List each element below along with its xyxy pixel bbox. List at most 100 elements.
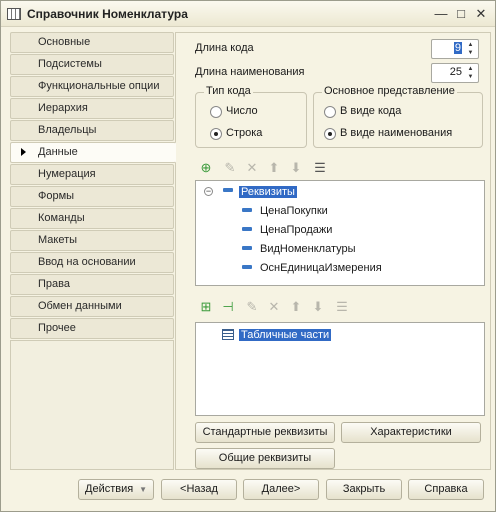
sidebar-empty-area [10, 340, 174, 470]
sidebar-item-label: Обмен данными [38, 300, 122, 312]
radio-dot[interactable] [210, 128, 222, 140]
attribute-icon [242, 246, 252, 250]
sidebar-item-data[interactable]: Данные [10, 142, 176, 163]
attribute-icon [242, 208, 252, 212]
delete-icon[interactable]: ✕ [266, 299, 282, 315]
tree-root-tabular-parts[interactable]: Табличные части [239, 327, 332, 343]
data-tab-panel: Длина кода 9 ▲ ▼ Длина наименования 25 ▲ ▼… [175, 32, 491, 470]
next-button[interactable]: Далее> [243, 479, 319, 500]
spin-up-icon[interactable]: ▲ [465, 65, 476, 73]
radio-label: В виде кода [340, 105, 402, 117]
edit-icon[interactable]: ✎ [244, 299, 260, 315]
back-button[interactable]: <Назад [161, 479, 237, 500]
sidebar-item-numbering[interactable]: Нумерация [10, 164, 174, 185]
sidebar-item-label: Формы [38, 190, 75, 202]
tree-item[interactable]: ОснЕдиницаИзмерения [260, 260, 382, 276]
tabular-parts-toolbar: ⊞ ⊣ ✎ ✕ ⬆ ⬇ ☰ [198, 299, 398, 317]
sidebar-item-label: Команды [38, 212, 85, 224]
sidebar-item-main[interactable]: Основные [10, 32, 174, 53]
radio-label: В виде наименования [340, 127, 453, 139]
attributes-group-icon [223, 188, 233, 192]
standard-attributes-button[interactable]: Стандартные реквизиты [195, 422, 335, 443]
sidebar-item-subsystems[interactable]: Подсистемы [10, 54, 174, 75]
characteristics-button[interactable]: Характеристики [341, 422, 481, 443]
minimize-button[interactable]: — [433, 6, 449, 22]
attribute-icon [242, 265, 252, 269]
collapse-icon[interactable]: − [204, 187, 213, 196]
attributes-toolbar: ⊕ ✎ ✕ ⬆ ⬇ ☰ [198, 160, 398, 178]
sidebar-item-functional-options[interactable]: Функциональные опции [10, 76, 174, 97]
spinner-arrows[interactable]: ▲ ▼ [465, 65, 476, 81]
move-down-icon[interactable]: ⬇ [288, 160, 304, 176]
actions-button[interactable]: Действия ▼ [78, 479, 154, 500]
actions-label: Действия [85, 483, 134, 495]
tree-item[interactable]: ЦенаПокупки [260, 203, 328, 219]
tree-item[interactable]: ВидНоменклатуры [260, 241, 356, 257]
name-length-value[interactable]: 25 [450, 66, 462, 78]
sidebar-item-label: Иерархия [38, 102, 88, 114]
title-bar: Справочник Номенклатура — □ ✕ [1, 1, 495, 27]
radio-dot[interactable] [210, 106, 222, 118]
tree-root-label: Реквизиты [239, 186, 297, 198]
radio-label: Число [226, 105, 258, 117]
sidebar-item-label: Макеты [38, 234, 78, 246]
add-table-icon[interactable]: ⊞ [198, 299, 214, 315]
sidebar-item-rights[interactable]: Права [10, 274, 174, 295]
sidebar-item-templates[interactable]: Макеты [10, 230, 174, 251]
name-length-spinner[interactable]: 25 ▲ ▼ [431, 63, 479, 83]
spinner-arrows[interactable]: ▲ ▼ [465, 41, 476, 57]
spin-down-icon[interactable]: ▼ [465, 73, 476, 81]
sidebar-item-label: Подсистемы [38, 58, 102, 70]
catalog-icon [7, 8, 21, 20]
close-button[interactable]: ✕ [473, 6, 489, 22]
move-down-icon[interactable]: ⬇ [310, 299, 326, 315]
spin-up-icon[interactable]: ▲ [465, 41, 476, 49]
name-length-label: Длина наименования [195, 66, 305, 78]
sidebar-item-label: Владельцы [38, 124, 97, 136]
help-button[interactable]: Справка [408, 479, 484, 500]
add-column-icon[interactable]: ⊣ [220, 299, 236, 315]
sidebar: Основные Подсистемы Функциональные опции… [10, 32, 176, 470]
close-dialog-button[interactable]: Закрыть [326, 479, 402, 500]
edit-icon[interactable]: ✎ [222, 160, 238, 176]
sidebar-item-label: Нумерация [38, 168, 96, 180]
table-icon [222, 329, 234, 340]
code-length-value[interactable]: 9 [453, 42, 462, 54]
sidebar-item-label: Данные [38, 146, 78, 158]
code-length-spinner[interactable]: 9 ▲ ▼ [431, 39, 479, 59]
common-attributes-button[interactable]: Общие реквизиты [195, 448, 335, 469]
sidebar-item-data-exchange[interactable]: Обмен данными [10, 296, 174, 317]
main-presentation-title: Основное представление [322, 85, 457, 97]
move-up-icon[interactable]: ⬆ [288, 299, 304, 315]
sidebar-item-label: Прочее [38, 322, 76, 334]
chevron-down-icon: ▼ [139, 485, 147, 494]
radio-dot[interactable] [324, 128, 336, 140]
spin-down-icon[interactable]: ▼ [465, 49, 476, 57]
attributes-tree[interactable]: − Реквизиты ЦенаПокупки ЦенаПродажи ВидН… [195, 180, 485, 286]
window-title: Справочник Номенклатура [27, 7, 188, 21]
code-length-label: Длина кода [195, 42, 254, 54]
radio-label: Строка [226, 127, 263, 139]
delete-icon[interactable]: ✕ [244, 160, 260, 176]
tree-root-attributes[interactable]: Реквизиты [239, 184, 297, 200]
sidebar-item-hierarchy[interactable]: Иерархия [10, 98, 174, 119]
sidebar-item-owners[interactable]: Владельцы [10, 120, 174, 141]
metadata-editor-window: Справочник Номенклатура — □ ✕ Основные П… [0, 0, 496, 512]
code-type-group: Тип кода Число Строка [195, 85, 307, 148]
move-up-icon[interactable]: ⬆ [266, 160, 282, 176]
sidebar-item-commands[interactable]: Команды [10, 208, 174, 229]
maximize-button[interactable]: □ [453, 6, 469, 22]
sidebar-item-label: Функциональные опции [38, 80, 160, 92]
sidebar-item-input-based-on[interactable]: Ввод на основании [10, 252, 174, 273]
tree-item[interactable]: ЦенаПродажи [260, 222, 332, 238]
attribute-icon [242, 227, 252, 231]
radio-dot[interactable] [324, 106, 336, 118]
sort-icon[interactable]: ☰ [334, 299, 350, 315]
sidebar-item-label: Ввод на основании [38, 256, 136, 268]
sort-icon[interactable]: ☰ [312, 160, 328, 176]
footer: Действия ▼ <Назад Далее> Закрыть Справка [1, 473, 495, 511]
add-icon[interactable]: ⊕ [198, 160, 214, 176]
sidebar-item-other[interactable]: Прочее [10, 318, 174, 339]
sidebar-item-forms[interactable]: Формы [10, 186, 174, 207]
tabular-parts-tree[interactable]: Табличные части [195, 322, 485, 416]
